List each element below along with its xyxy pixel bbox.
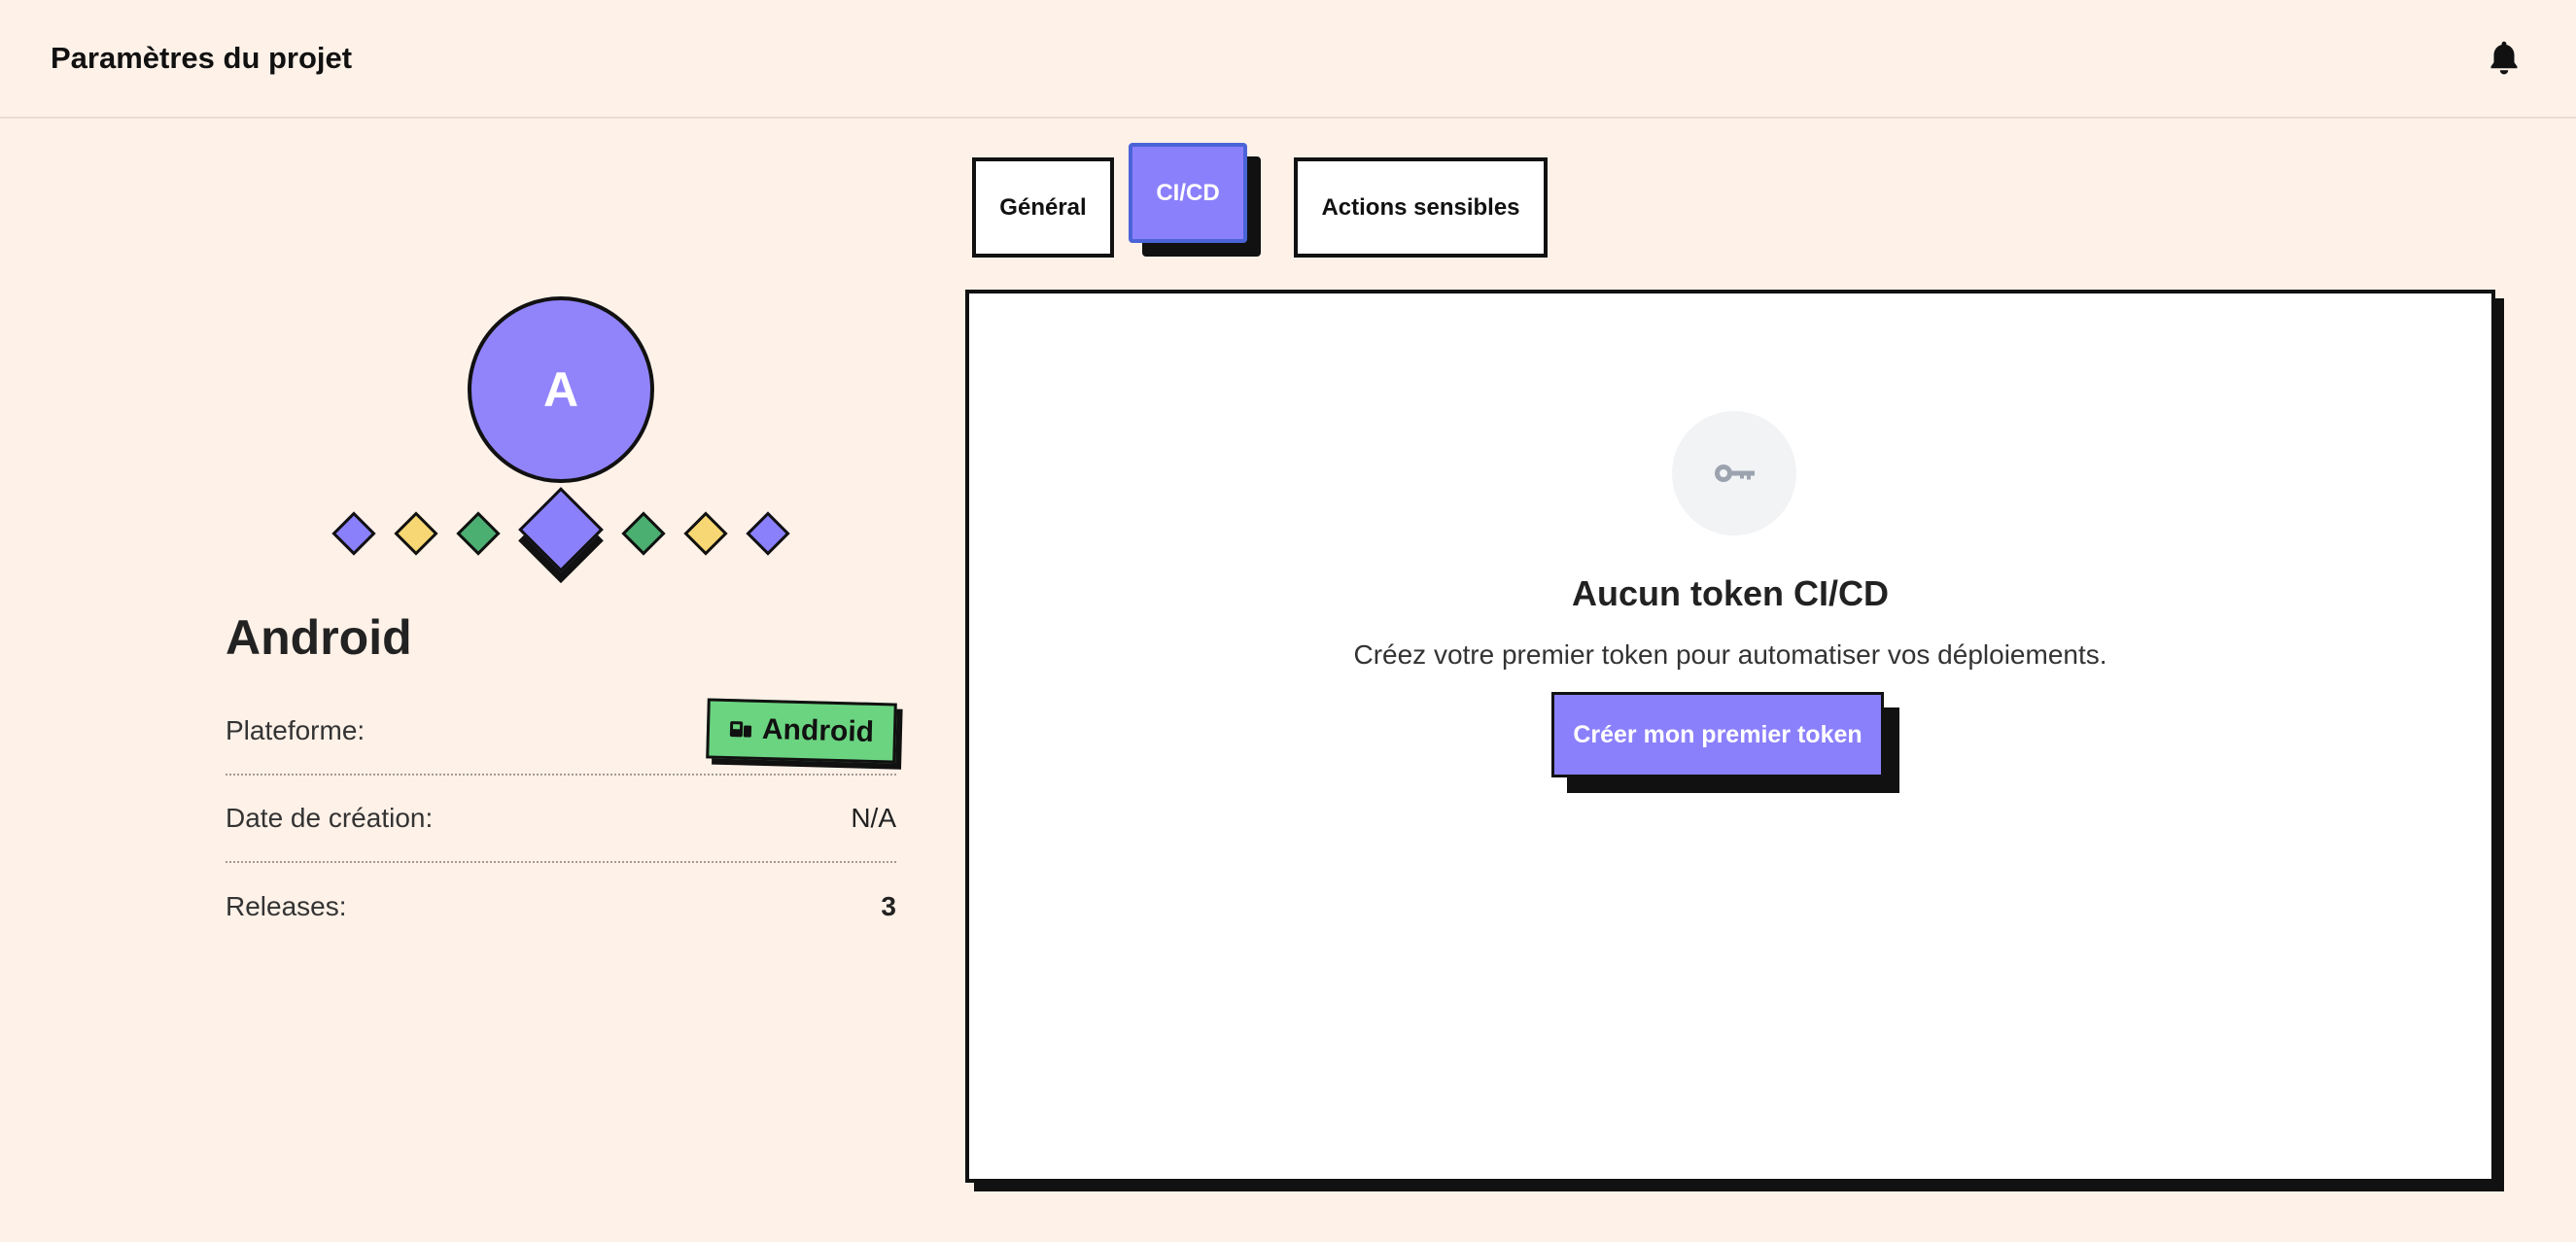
releases-row: Releases: 3 <box>226 863 896 950</box>
tab-cicd[interactable]: CI/CD <box>1129 143 1247 243</box>
platform-value: Android <box>761 712 875 748</box>
releases-count: 3 <box>881 891 896 921</box>
creation-date-value: N/A <box>851 803 896 833</box>
diamond-decoration <box>394 511 438 556</box>
platform-label: Plateforme: <box>226 715 366 745</box>
empty-state-title: Aucun token CI/CD <box>1571 573 1889 613</box>
tab-general[interactable]: Général <box>972 157 1114 258</box>
diamond-decoration-large <box>518 487 604 572</box>
empty-state-icon <box>1672 411 1796 535</box>
tab-cicd-label: CI/CD <box>1156 179 1220 206</box>
empty-state-description: Créez votre premier token pour automatis… <box>1353 639 2107 670</box>
avatar-initial: A <box>542 362 579 417</box>
project-name: Android <box>226 610 412 665</box>
cicd-panel: Aucun token CI/CD Créez votre premier to… <box>965 290 2495 1183</box>
diamond-decoration <box>456 511 501 556</box>
platform-badge: Android <box>706 698 897 764</box>
page-title: Paramètres du projet <box>51 41 353 75</box>
diamond-decoration <box>683 511 728 556</box>
app-header: Paramètres du projet <box>0 0 2576 119</box>
key-icon <box>1715 465 1755 482</box>
creation-date-row: Date de création: N/A <box>226 776 896 863</box>
tab-general-label: Général <box>999 193 1087 221</box>
creation-date-label: Date de création: <box>226 803 434 833</box>
tab-sensitive-actions-label: Actions sensibles <box>1321 193 1520 221</box>
diamond-decoration <box>746 511 790 556</box>
tab-sensitive-actions[interactable]: Actions sensibles <box>1294 157 1548 258</box>
project-avatar: A <box>468 296 654 483</box>
platform-row: Plateforme: Android <box>226 688 897 776</box>
diamond-decoration <box>621 511 666 556</box>
releases-label: Releases: <box>226 891 347 921</box>
notifications-button[interactable] <box>2483 37 2525 80</box>
diamond-decoration <box>331 511 376 556</box>
bell-icon <box>2490 41 2518 75</box>
decorative-diamonds <box>226 487 896 607</box>
android-icon <box>729 721 752 738</box>
create-first-token-button[interactable]: Créer mon premier token <box>1551 692 1884 777</box>
